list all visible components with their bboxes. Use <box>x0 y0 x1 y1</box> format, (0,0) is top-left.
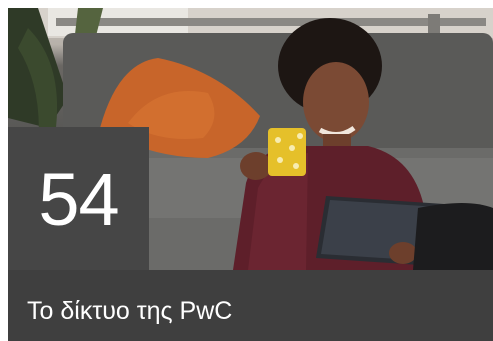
pwc-network-tile[interactable]: 54 Το δίκτυο της PwC <box>8 8 493 341</box>
stat-value: 54 <box>38 157 119 241</box>
tile-caption[interactable]: Το δίκτυο της PwC <box>27 299 232 324</box>
caption-bar[interactable]: Το δίκτυο της PwC <box>8 270 493 341</box>
stat-box: 54 <box>8 127 149 270</box>
